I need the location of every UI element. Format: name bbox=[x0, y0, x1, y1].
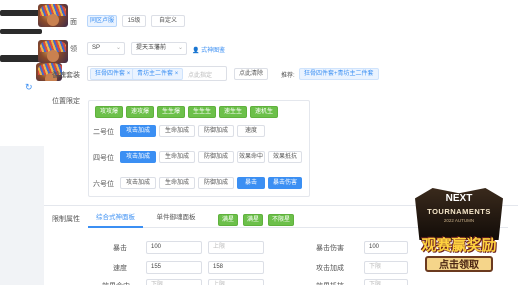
position-row-label: 六号位 bbox=[93, 181, 114, 188]
limit-min-input[interactable]: 下限 bbox=[146, 279, 202, 285]
chevron-down-icon: ⌄ bbox=[177, 45, 183, 51]
position-option-button[interactable]: 暴击 bbox=[237, 177, 265, 189]
promo-tournaments: TOURNAMENTS bbox=[427, 207, 491, 216]
soul-set-label: 御魂套装 bbox=[52, 72, 80, 79]
position-option-button[interactable]: 速度 bbox=[237, 125, 265, 137]
preset-button[interactable]: 生生生 bbox=[188, 106, 216, 118]
limit-min-input[interactable]: 下限 bbox=[364, 279, 408, 285]
limit-max-input[interactable]: 上限 bbox=[208, 241, 264, 254]
position-option-button[interactable]: 生命加成 bbox=[159, 125, 195, 137]
mode-any-star-button[interactable]: 不限星 bbox=[268, 214, 294, 226]
promo-next: NEXT bbox=[445, 193, 473, 204]
position-option-button[interactable]: 攻击加成 bbox=[120, 151, 156, 163]
close-icon[interactable]: × bbox=[175, 71, 179, 77]
promo-season: 2022 AUTUMN bbox=[443, 218, 475, 223]
preset-button[interactable]: 攻攻爆 bbox=[95, 106, 123, 118]
limit-min-input[interactable]: 100 bbox=[146, 241, 202, 254]
redacted-text bbox=[0, 10, 40, 16]
position-option-button[interactable]: 效果命中 bbox=[237, 151, 265, 163]
avatar bbox=[38, 4, 68, 27]
level-15-button[interactable]: 15级 bbox=[122, 15, 146, 27]
shikigami-select-value: 提天玉藩前 bbox=[136, 45, 167, 51]
promo-cta-button[interactable]: 点击领取 bbox=[425, 256, 493, 272]
position-option-button[interactable]: 防御加成 bbox=[198, 177, 234, 189]
position-option-button[interactable]: 防御加成 bbox=[198, 125, 234, 137]
tab-panel-single[interactable]: 单件御魂面板 bbox=[146, 210, 206, 228]
rarity-select[interactable]: SP ⌄ bbox=[87, 42, 125, 55]
limit-row-label: 速度 bbox=[113, 265, 127, 272]
preset-button[interactable]: 速生生 bbox=[219, 106, 247, 118]
position-option-button[interactable]: 攻击加成 bbox=[120, 177, 156, 189]
preset-button[interactable]: 速机生 bbox=[250, 106, 278, 118]
soul-tag-qingfang[interactable]: 青坊主二件套 × bbox=[132, 68, 184, 80]
promo-headline: 观赛赢奖励 bbox=[421, 237, 497, 254]
limit-max-input[interactable]: 上限 bbox=[208, 279, 264, 285]
limit-row-label: 效果抵抗 bbox=[316, 281, 344, 285]
position-row-label: 四号位 bbox=[93, 155, 114, 162]
limit-label: 限制属性 bbox=[52, 216, 80, 223]
limit-row-label: 暴击伤害 bbox=[316, 245, 344, 252]
limit-min-input[interactable]: 155 bbox=[146, 261, 202, 274]
avatar bbox=[38, 40, 68, 63]
position-row-label: 二号位 bbox=[93, 129, 114, 136]
preset-button[interactable]: 速攻爆 bbox=[126, 106, 154, 118]
row2-label: 领 bbox=[70, 46, 77, 53]
close-icon[interactable]: × bbox=[127, 71, 131, 77]
position-option-button[interactable]: 防御加成 bbox=[198, 151, 234, 163]
shikigami-guide-link[interactable]: 👤 式神图鉴 bbox=[192, 45, 225, 54]
rarity-select-value: SP bbox=[92, 45, 101, 51]
promo-badge[interactable]: NEXT TOURNAMENTS 2022 AUTUMN 观赛赢奖励 点击领取 bbox=[405, 188, 513, 280]
soul-set-placeholder[interactable]: 点此指定 bbox=[188, 70, 212, 79]
mode-full-star-button[interactable]: 满星 bbox=[218, 214, 238, 226]
soul-tag-qingfang-text: 青坊主二件套 bbox=[137, 71, 174, 77]
position-option-button[interactable]: 效果抵抗 bbox=[268, 151, 302, 163]
limit-row-label: 暴击 bbox=[113, 245, 127, 252]
limit-min-input[interactable]: 下限 bbox=[364, 261, 408, 274]
chevron-down-icon: ⌄ bbox=[115, 45, 121, 51]
recommend-label: 推荐: bbox=[281, 73, 295, 79]
redacted-text bbox=[0, 29, 42, 34]
position-option-button[interactable]: 暴击伤害 bbox=[268, 177, 302, 189]
limit-max-input[interactable]: 158 bbox=[208, 261, 264, 274]
position-option-button[interactable]: 生命加成 bbox=[159, 177, 195, 189]
preset-button[interactable]: 生生爆 bbox=[157, 106, 185, 118]
position-option-button[interactable]: 生命加成 bbox=[159, 151, 195, 163]
position-option-button[interactable]: 攻击加成 bbox=[120, 125, 156, 137]
shikigami-guide-link-text: 式神图鉴 bbox=[201, 48, 226, 54]
recommend-tag[interactable]: 狂骨四件套+青坊主二件套 bbox=[299, 68, 379, 80]
mode-full-star-2-button[interactable]: 满星 bbox=[243, 214, 263, 226]
soul-tag-kuanggu-text: 狂骨四件套 bbox=[95, 71, 126, 77]
limit-row-label: 效果命中 bbox=[102, 281, 130, 285]
tab-panel-composite[interactable]: 综合式神面板 bbox=[88, 210, 143, 228]
soul-tag-kuanggu[interactable]: 狂骨四件套 × bbox=[90, 68, 136, 80]
custom-button[interactable]: 自定义 bbox=[151, 15, 185, 27]
position-label: 位置限定 bbox=[52, 98, 80, 105]
refresh-icon[interactable]: ↻ bbox=[25, 83, 34, 92]
shikigami-select[interactable]: 提天玉藩前 ⌄ bbox=[131, 42, 187, 55]
limit-row-label: 攻击加成 bbox=[316, 265, 344, 272]
same-server-button[interactable]: 同区卢服 bbox=[87, 15, 117, 27]
person-icon: 👤 bbox=[192, 48, 200, 54]
limit-min-input[interactable]: 100 bbox=[364, 241, 408, 254]
row1-label: 面 bbox=[70, 19, 77, 26]
clear-button[interactable]: 点此清除 bbox=[234, 68, 268, 80]
